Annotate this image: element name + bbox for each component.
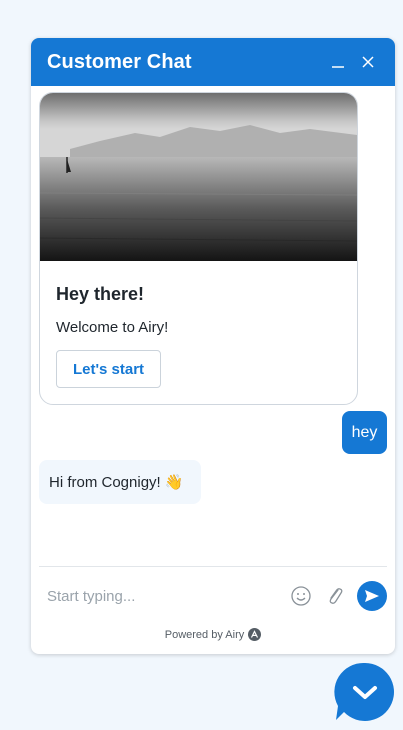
minimize-button[interactable] xyxy=(327,51,349,73)
composer xyxy=(39,578,387,614)
emoji-icon xyxy=(291,586,311,606)
user-message: hey xyxy=(342,411,387,454)
chevron-down-icon xyxy=(334,662,394,721)
chat-window: Customer Chat Hey there! Welcome to Airy… xyxy=(31,38,395,654)
chat-toggle-button[interactable] xyxy=(334,662,396,722)
powered-by-text: Powered by Airy xyxy=(164,628,245,641)
powered-by: Powered by Airy xyxy=(31,628,395,641)
send-button[interactable] xyxy=(357,581,387,611)
airy-logo-icon xyxy=(248,628,262,641)
card-text: Welcome to Airy! xyxy=(56,319,169,336)
attachment-icon xyxy=(329,588,343,604)
lets-start-button[interactable]: Let's start xyxy=(56,350,161,388)
attachment-button[interactable] xyxy=(321,582,349,610)
emoji-button[interactable] xyxy=(287,582,315,610)
chat-title: Customer Chat xyxy=(47,50,192,73)
minimize-icon xyxy=(332,66,344,68)
card-image xyxy=(40,93,357,261)
chat-header: Customer Chat xyxy=(31,38,395,86)
divider xyxy=(39,566,387,567)
welcome-card: Hey there! Welcome to Airy! Let's start xyxy=(39,92,358,405)
send-icon xyxy=(365,590,379,602)
message-input[interactable] xyxy=(39,587,281,605)
close-button[interactable] xyxy=(357,51,379,73)
card-title: Hey there! xyxy=(56,284,145,304)
bot-message: Hi from Cognigy! 👋 xyxy=(39,460,201,504)
close-icon xyxy=(362,56,374,68)
